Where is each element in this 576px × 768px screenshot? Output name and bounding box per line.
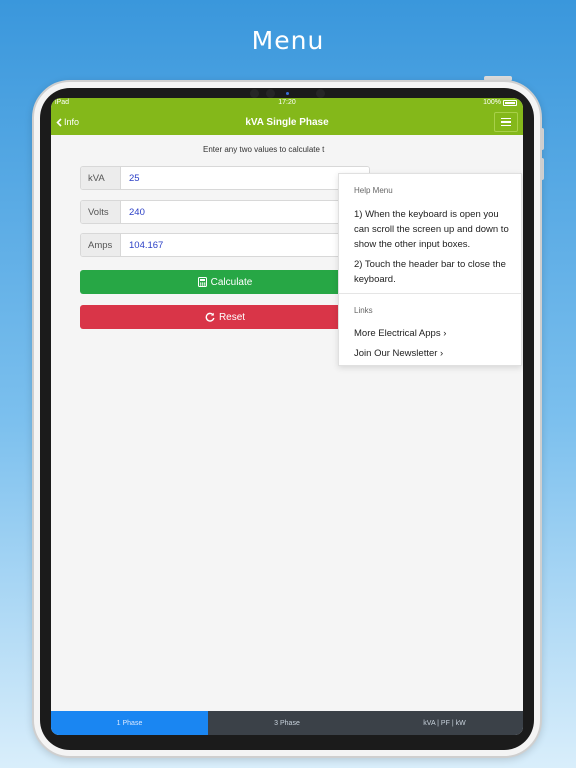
- volts-field: Volts 240: [80, 200, 370, 224]
- hamburger-icon-line: [501, 124, 511, 127]
- reset-label: Reset: [218, 311, 246, 323]
- sensor-dot: [250, 89, 259, 98]
- tab-kva-pf-kw[interactable]: kVA | PF | kW: [366, 711, 523, 735]
- volts-label: Volts: [81, 201, 121, 223]
- page-title: kVA Single Phase: [245, 117, 329, 128]
- help-item-close-keyboard: 2) Touch the header bar to close the key…: [354, 259, 506, 285]
- calculate-label: Calculate: [210, 276, 253, 288]
- help-menu-dropdown: Help Menu 1) When the keyboard is open y…: [338, 173, 523, 366]
- tab-bar: 1 Phase 3 Phase kVA | PF | kW: [51, 711, 523, 735]
- calculate-button[interactable]: Calculate: [80, 270, 370, 294]
- tab-3-phase[interactable]: 3 Phase: [208, 711, 366, 735]
- camera-indicator: [286, 92, 289, 95]
- hamburger-icon-line: [501, 121, 511, 123]
- menu-button[interactable]: [494, 112, 518, 132]
- link-join-newsletter[interactable]: Join Our Newsletter ›: [354, 348, 443, 359]
- calculator-icon: [197, 277, 207, 287]
- battery-percent: 100%: [483, 99, 501, 106]
- amps-label: Amps: [81, 234, 121, 256]
- header-bar[interactable]: iPad 17:20 100% Info kVA Single Phase: [51, 98, 523, 135]
- tab-1-phase[interactable]: 1 Phase: [51, 711, 208, 735]
- link-more-electrical-apps[interactable]: More Electrical Apps ›: [354, 328, 446, 339]
- app-screen: iPad 17:20 100% Info kVA Single Phase En…: [51, 98, 523, 735]
- kva-input[interactable]: 25: [121, 167, 369, 189]
- reset-button[interactable]: Reset: [80, 305, 370, 329]
- refresh-icon: [205, 312, 215, 322]
- status-battery-group: 100%: [483, 99, 517, 106]
- help-menu-header: Help Menu: [354, 186, 393, 195]
- help-item-keyboard-scroll: 1) When the keyboard is open you can scr…: [354, 209, 509, 250]
- amps-field: Amps 104.167: [80, 233, 370, 257]
- hamburger-icon: [501, 117, 511, 120]
- menu-divider: [339, 293, 523, 294]
- kva-field: kVA 25: [80, 166, 370, 190]
- instruction-text: Enter any two values to calculate t: [203, 145, 325, 154]
- front-camera: [266, 89, 275, 98]
- volts-input[interactable]: 240: [121, 201, 369, 223]
- status-time: 17:20: [278, 99, 296, 106]
- battery-icon: [503, 99, 517, 106]
- promo-title: Menu: [251, 26, 325, 55]
- main-content: Enter any two values to calculate t kVA …: [51, 135, 523, 709]
- links-header: Links: [354, 306, 373, 315]
- sensor-dot: [316, 89, 325, 98]
- amps-input[interactable]: 104.167: [121, 234, 369, 256]
- kva-label: kVA: [81, 167, 121, 189]
